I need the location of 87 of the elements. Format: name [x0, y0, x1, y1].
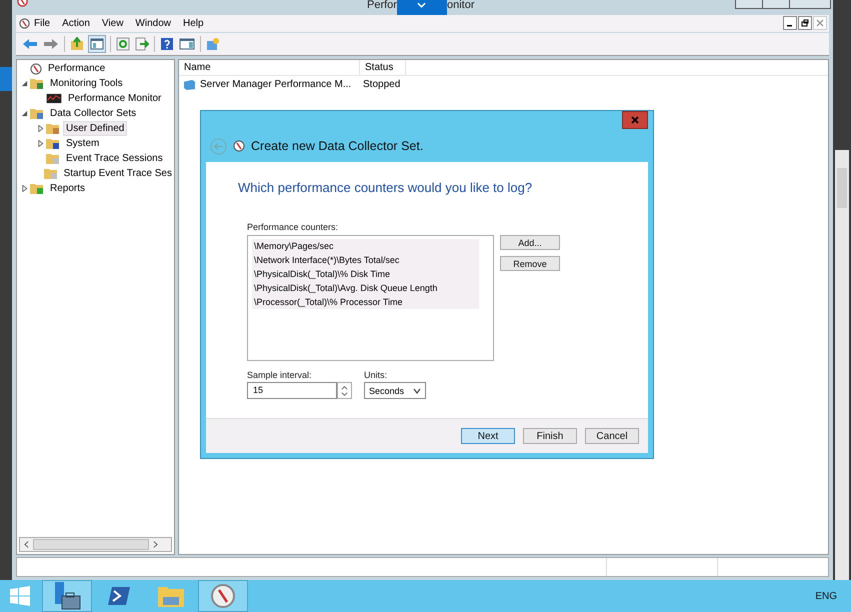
up-folder-icon[interactable] — [70, 37, 84, 51]
wizard-button[interactable]: Next — [461, 428, 515, 444]
gauge-icon — [211, 584, 235, 608]
restore-button[interactable] — [798, 16, 812, 30]
taskbar-button[interactable] — [42, 580, 92, 612]
scroll-right-icon[interactable] — [153, 541, 158, 548]
folder-icon — [30, 182, 44, 195]
forward-icon[interactable] — [43, 38, 59, 50]
terminal-icon — [107, 586, 131, 606]
tree-item[interactable]: Startup Event Trace Ses — [62, 167, 174, 180]
table-cell-text: Stopped — [362, 79, 402, 90]
window-edge — [0, 67, 12, 91]
folder-icon — [30, 107, 44, 120]
wizard-question: Which performance counters would you like to log? — [238, 180, 534, 195]
expanded-arrow-icon[interactable] — [21, 110, 28, 117]
column-header[interactable]: Name — [179, 60, 360, 75]
table-cell: Server Manager Performance M... — [200, 79, 352, 90]
back-icon[interactable] — [22, 38, 38, 50]
tree-item[interactable]: Data Collector Sets — [48, 107, 138, 120]
app-icon — [19, 18, 30, 29]
window-title: Perfor — [367, 0, 397, 10]
menu-item[interactable]: Help — [183, 18, 204, 29]
sample-interval-label: Sample interval: — [247, 370, 313, 380]
console-tree-icon[interactable] — [89, 36, 105, 52]
chart-icon — [46, 93, 62, 104]
tree-item[interactable]: Performance Monitor — [66, 92, 164, 105]
counter-item[interactable]: \Network Interface(*)\Bytes Total/sec — [252, 253, 479, 267]
help-icon[interactable] — [160, 37, 174, 51]
dropdown-tab[interactable] — [396, 0, 447, 15]
close-icon — [631, 116, 639, 124]
server-icon — [52, 582, 82, 610]
folder-icon — [44, 167, 58, 180]
counter-item[interactable]: \Memory\Pages/sec — [252, 239, 479, 253]
tree-item[interactable]: System — [64, 137, 102, 150]
close-icon — [816, 19, 824, 27]
gauge-icon — [233, 140, 245, 152]
dialog-title: Create new Data Collector Set. — [251, 139, 424, 153]
units-label: Units: — [364, 370, 388, 380]
counter-item[interactable]: \PhysicalDisk(_Total)\% Disk Time — [252, 267, 479, 281]
gauge-icon — [30, 62, 42, 74]
windows-icon — [10, 586, 30, 606]
minimize-button[interactable] — [783, 16, 797, 30]
chevron-icon — [417, 2, 426, 8]
chevron-icon — [413, 388, 421, 394]
spinner-buttons[interactable] — [337, 382, 352, 399]
column-header[interactable]: Status — [360, 60, 406, 75]
menu-item[interactable]: View — [102, 18, 124, 29]
remove-button[interactable]: Remove — [500, 256, 560, 271]
horizontal-scrollbar[interactable] — [19, 537, 172, 552]
expanded-arrow-icon[interactable] — [21, 80, 28, 87]
folder-icon — [46, 122, 60, 135]
tree-item[interactable]: Monitoring Tools — [48, 77, 125, 90]
wizard-button[interactable]: Finish — [523, 428, 577, 444]
tree-item[interactable]: Event Trace Sessions — [64, 152, 165, 165]
collapsed-arrow-icon[interactable] — [37, 140, 44, 147]
tree-item[interactable]: Reports — [48, 182, 88, 195]
restore-icon — [801, 19, 809, 27]
tree-item[interactable]: Performance — [46, 62, 108, 75]
collapsed-arrow-icon[interactable] — [21, 185, 28, 192]
menu-item[interactable]: File — [34, 18, 50, 29]
scrollbar[interactable] — [835, 150, 849, 580]
wizard-button[interactable]: Cancel — [585, 428, 639, 444]
scroll-left-icon[interactable] — [24, 541, 29, 548]
counters-label: Performance counters: — [247, 222, 340, 232]
sample-interval-field[interactable]: 15 — [247, 382, 337, 399]
add-button[interactable]: Add... — [500, 235, 560, 250]
window-title: onitor — [446, 0, 474, 10]
units-dropdown[interactable]: Seconds — [364, 382, 426, 399]
collapsed-arrow-icon[interactable] — [37, 125, 44, 132]
language-indicator[interactable]: ENG — [815, 590, 837, 602]
refresh-icon[interactable] — [116, 37, 130, 51]
action-pane-icon[interactable] — [179, 37, 195, 51]
export-icon[interactable] — [135, 37, 149, 51]
tree-item[interactable]: User Defined — [64, 122, 126, 135]
folder-icon — [46, 137, 60, 150]
new-window-icon[interactable] — [206, 37, 220, 51]
taskbar-button[interactable] — [198, 580, 248, 612]
counter-item[interactable]: \Processor(_Total)\% Processor Time — [252, 295, 479, 309]
folder-icon — [30, 77, 44, 90]
menu-item[interactable]: Action — [62, 18, 90, 29]
collector-icon — [183, 79, 196, 90]
counter-item[interactable]: \PhysicalDisk(_Total)\Avg. Disk Queue Length — [252, 281, 479, 295]
folder-icon — [46, 152, 60, 165]
menu-item[interactable]: Window — [135, 18, 171, 29]
folder-icon — [157, 584, 185, 608]
close-button[interactable] — [622, 111, 648, 129]
counters-list[interactable]: \Memory\Pages/sec \Network Interface(*)\Bytes Total/sec \PhysicalDisk(_Total)\% Disk Time \PhysicalDisk(_Total)\Avg. Disk Queue Length \Processor(_Total)\% Processor Time — [247, 235, 494, 361]
